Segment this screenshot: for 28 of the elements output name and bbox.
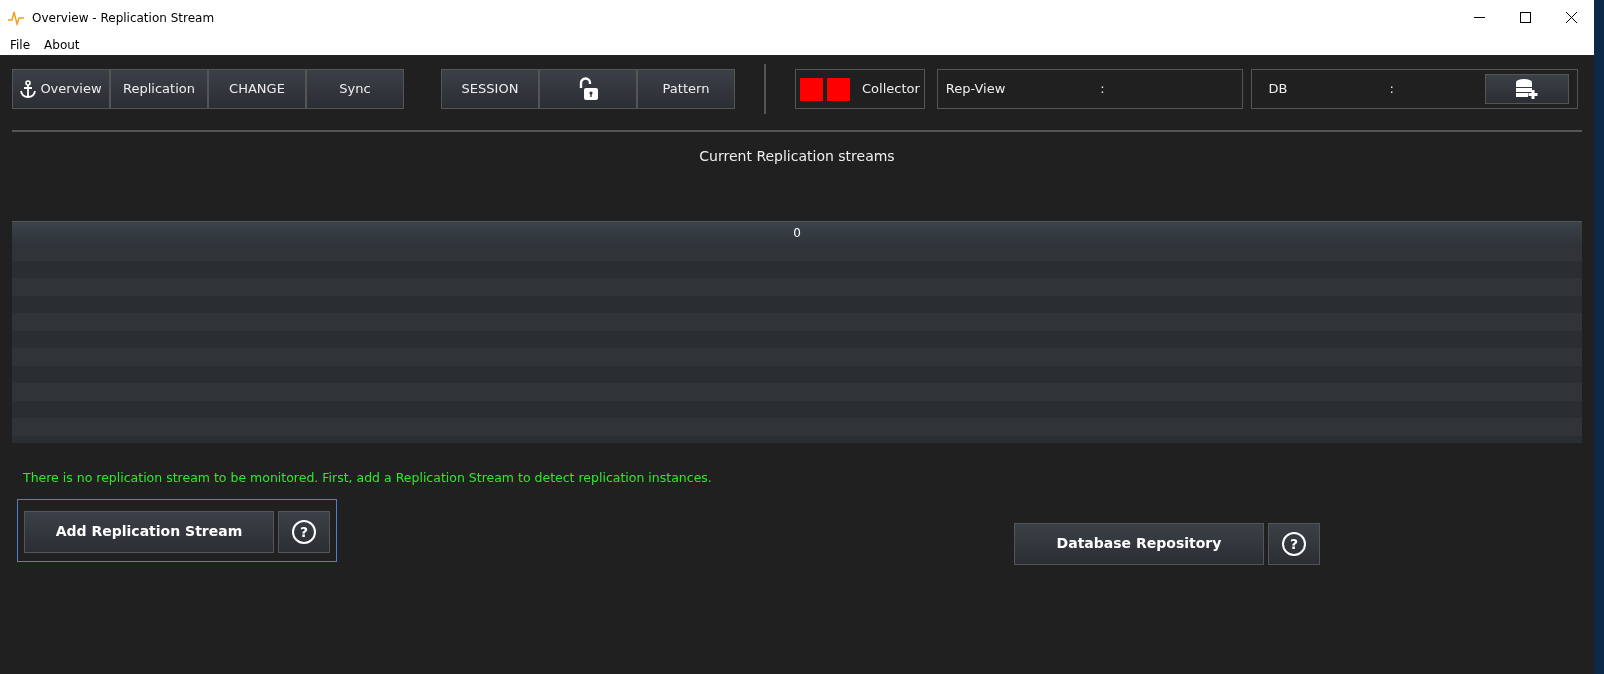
database-repository-button[interactable]: Database Repository bbox=[1014, 522, 1264, 565]
maximize-button[interactable] bbox=[1519, 12, 1531, 23]
add-stream-button[interactable]: Add Replication Stream bbox=[24, 510, 274, 553]
window-title: Overview - Replication Stream bbox=[32, 9, 215, 27]
tab[interactable]: Overview bbox=[12, 69, 110, 109]
tab[interactable]: CHANGE bbox=[208, 69, 306, 109]
help-button[interactable]: ? bbox=[1268, 522, 1320, 565]
rep-view-label: Rep-View bbox=[945, 80, 1006, 99]
anchor-icon bbox=[20, 80, 37, 98]
info-message: There is no replication stream to be monitored. First, add a Replication Stream to detect replication instances. bbox=[23, 470, 712, 485]
collector-label: Collector bbox=[862, 80, 920, 99]
tab[interactable]: SESSION bbox=[441, 69, 539, 109]
column-header: 0 bbox=[793, 224, 801, 242]
database-plus-icon bbox=[1515, 78, 1539, 100]
lock-button[interactable] bbox=[539, 69, 637, 109]
close-button[interactable] bbox=[1565, 12, 1577, 23]
value-separator: : bbox=[1100, 80, 1105, 99]
add-database-button[interactable] bbox=[1485, 74, 1569, 104]
tab[interactable]: Replication bbox=[110, 69, 208, 109]
menu-item[interactable]: About bbox=[44, 36, 80, 54]
app-logo-icon bbox=[8, 9, 24, 26]
value-separator: : bbox=[1389, 80, 1394, 99]
help-button[interactable]: ? bbox=[278, 510, 330, 553]
tab[interactable]: Pattern bbox=[637, 69, 735, 109]
db-label: DB bbox=[1268, 80, 1288, 99]
menu-item[interactable]: File bbox=[10, 36, 31, 54]
tab[interactable]: Sync bbox=[306, 69, 404, 109]
section-title: Current Replication streams bbox=[699, 148, 895, 164]
